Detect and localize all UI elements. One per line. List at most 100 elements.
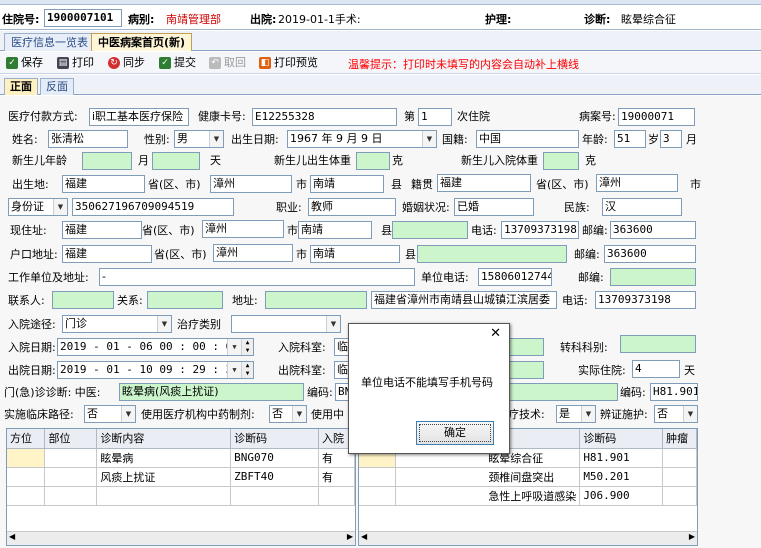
herb-select[interactable]: 否 ▼ — [269, 405, 307, 423]
sync-button[interactable]: ↻ 同步 — [108, 55, 145, 71]
cell-blank[interactable] — [359, 467, 397, 487]
phone-field[interactable]: 13709373198 — [501, 221, 579, 239]
marital-field[interactable]: 已婚 — [454, 198, 534, 216]
cell-diag-code[interactable]: BNG070 — [230, 448, 319, 468]
post-field[interactable]: 363600 — [610, 221, 696, 239]
contact-phone-field[interactable]: 13709373198 — [595, 291, 696, 309]
col-part[interactable]: 部位 — [44, 429, 98, 449]
reg-city-field[interactable]: 漳州 — [213, 244, 293, 262]
cur-city-field[interactable]: 漳州 — [202, 220, 284, 238]
birthplace-prov-field[interactable]: 福建 — [62, 175, 145, 193]
path-select[interactable]: 否 ▼ — [84, 405, 136, 423]
age-month-field[interactable]: 3 — [660, 130, 682, 148]
job-field[interactable]: 教师 — [308, 198, 396, 216]
card-field[interactable]: E12255328 — [252, 108, 397, 126]
relation-field[interactable] — [147, 291, 223, 309]
tab-front[interactable]: 正面 — [4, 78, 38, 95]
work-post-field[interactable] — [610, 268, 696, 286]
er-diag-field[interactable]: 眩晕病(风痰上扰证) — [119, 383, 304, 401]
table-row[interactable] — [7, 486, 355, 506]
transfer-field[interactable] — [620, 335, 696, 353]
cell-empty[interactable] — [44, 486, 98, 506]
print-preview-button[interactable]: ◧ 打印预览 — [259, 55, 318, 71]
cell-tumor[interactable] — [662, 467, 697, 487]
cur-prov-field[interactable]: 福建 — [62, 221, 142, 239]
tab-medical-info[interactable]: 医疗信息一览表 — [4, 33, 95, 51]
scroll-right-icon[interactable]: ▶ — [347, 532, 353, 541]
age-field[interactable]: 51 — [614, 130, 646, 148]
left-grid-hscroll[interactable]: ◀ ▶ — [7, 531, 355, 545]
dis-time-field[interactable]: 2019 - 01 - 10 09 : 29 : 37 ▼ ▲ ▼ — [57, 361, 254, 379]
cell-empty[interactable] — [318, 486, 355, 506]
contact-field[interactable] — [52, 291, 114, 309]
col-diag-content[interactable]: 诊断内容 — [96, 429, 232, 449]
cell-admission[interactable]: 有 — [318, 467, 355, 487]
tab-back[interactable]: 反面 — [40, 78, 74, 95]
reg-addr-detail-field[interactable] — [417, 245, 567, 263]
adm-dept-extra-field[interactable] — [508, 338, 544, 356]
er-code2-field[interactable]: H81.901 — [650, 383, 698, 401]
scroll-left-icon[interactable]: ◀ — [361, 532, 367, 541]
cell-diag-name[interactable]: 颈椎间盘突出 — [395, 467, 581, 487]
native-city-field[interactable]: 漳州 — [596, 174, 678, 192]
sex-select[interactable]: 男 ▼ — [174, 130, 224, 148]
cell-diag-code[interactable]: H81.901 — [579, 448, 664, 468]
cell-diag-code[interactable]: M50.201 — [579, 467, 664, 487]
right-grid-hscroll[interactable]: ◀ ▶ — [359, 531, 697, 545]
dialog-close-icon[interactable]: ✕ — [490, 326, 501, 341]
cell-part[interactable] — [44, 467, 98, 487]
cell-tumor[interactable] — [662, 448, 697, 468]
cell-tumor[interactable] — [662, 486, 697, 506]
cell-empty[interactable] — [7, 486, 46, 506]
nb-in-weight-field[interactable] — [543, 152, 579, 170]
cell-empty[interactable] — [96, 486, 232, 506]
table-row[interactable]: 急性上呼吸道感染 J06.900 — [359, 486, 697, 506]
reg-county-field[interactable]: 南靖 — [310, 245, 400, 263]
pay-field[interactable]: i职工基本医疗保险 — [89, 108, 189, 126]
dis-dept-extra-field[interactable] — [508, 361, 544, 379]
reg-prov-field[interactable]: 福建 — [62, 245, 152, 263]
contact-addr-green-field[interactable] — [265, 291, 367, 309]
cell-diag-code[interactable]: ZBFT40 — [230, 467, 319, 487]
care-select[interactable]: 否 ▼ — [654, 405, 698, 423]
print-button[interactable]: ▤ 打印 — [57, 55, 94, 71]
cell-position[interactable] — [7, 448, 46, 468]
work-field[interactable]: - — [99, 268, 415, 286]
native-prov-field[interactable]: 福建 — [437, 174, 531, 192]
cell-empty[interactable] — [230, 486, 319, 506]
reg-post-field[interactable]: 363600 — [604, 245, 696, 263]
cell-diag-content[interactable]: 眩晕病 — [96, 448, 232, 468]
id-number-field[interactable]: 350627196709094519 — [72, 198, 234, 216]
cell-blank[interactable] — [359, 486, 397, 506]
birth-date-field[interactable]: 1967 年 9 月 9 日 ▼ — [287, 130, 437, 148]
birthplace-county-field[interactable]: 南靖 — [310, 175, 384, 193]
days-field[interactable]: 4 — [632, 360, 680, 378]
table-row[interactable]: 颈椎间盘突出 M50.201 — [359, 467, 697, 487]
col-diag-code[interactable]: 诊断码 — [579, 429, 664, 449]
nation-field[interactable]: 中国 — [476, 130, 579, 148]
cell-diag-code[interactable]: J06.900 — [579, 486, 664, 506]
col-tumor[interactable]: 肿瘤 — [662, 429, 697, 449]
nb-age-field[interactable] — [82, 152, 132, 170]
dialog-ok-button[interactable]: 确定 — [416, 421, 494, 445]
times-field[interactable]: 1 — [418, 108, 452, 126]
cell-position[interactable] — [7, 467, 46, 487]
er-west-diag-field[interactable] — [508, 383, 618, 401]
cell-part[interactable] — [44, 448, 98, 468]
nb-day-field[interactable] — [152, 152, 200, 170]
cell-diag-content[interactable]: 风痰上扰证 — [96, 467, 232, 487]
col-diag-code[interactable]: 诊断码 — [230, 429, 319, 449]
recall-button[interactable]: ↶ 取回 — [209, 55, 246, 71]
submit-button[interactable]: ✓ 提交 — [159, 55, 196, 71]
table-row[interactable]: 风痰上扰证 ZBFT40 有 — [7, 467, 355, 487]
cell-diag-name[interactable]: 急性上呼吸道感染 — [395, 486, 581, 506]
route-select[interactable]: 门诊 ▼ — [62, 315, 172, 333]
save-button[interactable]: ✓ 保存 — [6, 55, 43, 71]
admission-no-field[interactable]: 1900007101 — [44, 9, 122, 27]
scroll-left-icon[interactable]: ◀ — [9, 532, 15, 541]
tab-tcm-record[interactable]: 中医病案首页(新) — [91, 33, 193, 51]
work-phone-field[interactable]: 15806012744 — [478, 268, 552, 286]
scroll-right-icon[interactable]: ▶ — [689, 532, 695, 541]
nb-birth-weight-field[interactable] — [356, 152, 390, 170]
cur-county-field[interactable]: 南靖 — [298, 221, 372, 239]
